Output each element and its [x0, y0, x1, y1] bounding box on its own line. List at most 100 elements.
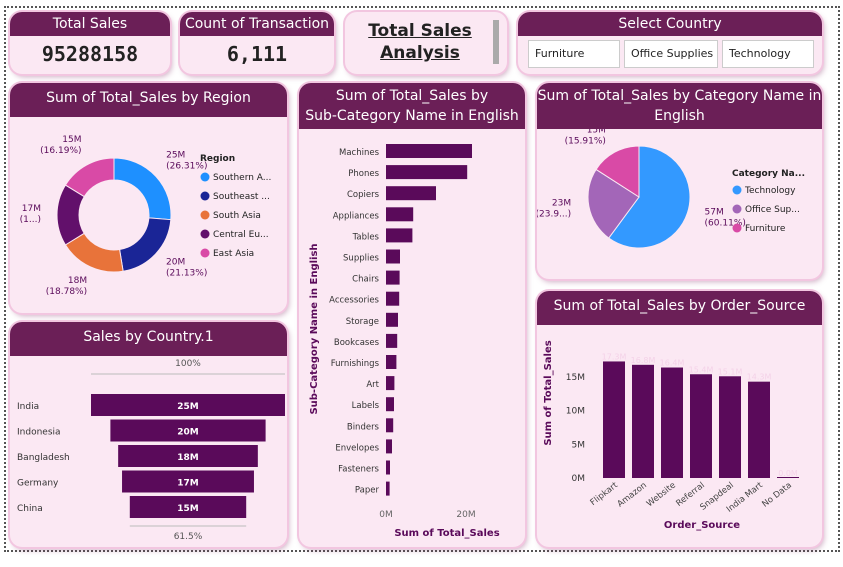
funnel-bottom-label: 61.5% — [174, 532, 203, 542]
funnel-value-label: 18M — [177, 453, 199, 463]
category-title-line1: Sum of Total_Sales by Category Name in — [537, 88, 822, 104]
title-scrollbar[interactable] — [493, 20, 499, 64]
category-pie-card: Sum of Total_Sales by Category Name in E… — [537, 83, 822, 279]
subcat-bar-tables — [386, 228, 413, 243]
subcat-bar-chart: Sub-Category Name in English Machines Phon… — [309, 144, 500, 539]
dashboard-title: Total Sales Analysis — [345, 20, 495, 64]
country-slicer-title: Select Country — [518, 12, 822, 36]
kpi-count-card[interactable]: Count of Transaction 6,111 — [180, 12, 334, 74]
order-bar-website — [661, 367, 683, 478]
region-donut-card: Sum of Total_Sales by Region 25M (26.31%)… — [10, 83, 287, 313]
category-legend-label: Technology — [744, 186, 796, 196]
subcat-bar-binders — [386, 418, 394, 433]
order-source-chart: Sum of Total_Sales 0M 5M 10M 15M 17.3M Flipkar… — [543, 340, 799, 531]
subcat-xlabel: Sum of Total_Sales — [394, 528, 499, 539]
subcat-bar-chairs — [386, 270, 400, 285]
region-label-pct: (21.13%) — [166, 269, 207, 279]
subcat-category-label: Furnishings — [331, 359, 380, 369]
subcat-bar-art — [386, 376, 395, 391]
subcat-xtick: 0M — [379, 510, 393, 520]
subcat-bar-accessories — [386, 291, 400, 306]
subcat-bar-paper — [386, 481, 390, 496]
subcat-category-label: Phones — [348, 169, 379, 179]
region-legend-label: Central Eu... — [213, 230, 269, 240]
order-category-label: Amazon — [616, 480, 649, 509]
region-label-value: 20M — [166, 258, 185, 268]
order-bar-india-mart — [748, 381, 770, 478]
funnel-country-label: Bangladesh — [17, 453, 70, 463]
subcat-bar-bookcases — [386, 333, 398, 348]
region-legend-label: Southern A... — [213, 173, 271, 183]
subcat-category-label: Labels — [352, 401, 380, 411]
region-legend-swatch — [200, 248, 210, 258]
category-legend-label: Furniture — [745, 224, 786, 234]
order-value-label: 0.0M — [778, 469, 798, 478]
order-ytick: 10M — [566, 407, 585, 417]
subcat-category-label: Appliances — [333, 211, 380, 221]
order-category-label: Website — [645, 480, 678, 509]
kpi-total-sales-card[interactable]: Total Sales 95288158 — [10, 12, 170, 74]
order-value-label: 16.4M — [660, 359, 685, 368]
subcat-bar-labels — [386, 397, 394, 412]
order-source-title: Sum of Total_Sales by Order_Source — [537, 291, 822, 325]
subcat-xtick: 20M — [456, 510, 475, 520]
region-legend-swatch — [200, 210, 210, 220]
region-legend-title: Region — [200, 154, 235, 164]
subcat-category-label: Copiers — [347, 190, 380, 200]
order-ytick: 5M — [572, 440, 586, 450]
region-label-value: 17M — [22, 204, 41, 214]
order-category-label: No Data — [760, 480, 793, 509]
order-ytick: 0M — [572, 474, 586, 484]
kpi-total-sales-value: 95288158 — [41, 42, 139, 66]
subcat-category-label: Storage — [346, 317, 379, 327]
order-value-label: 17.3M — [602, 352, 627, 361]
order-source-card: Sum of Total_Sales by Order_Source Sum o… — [537, 291, 822, 547]
category-legend-title: Category Na... — [732, 169, 805, 179]
category-legend-label: Office Sup... — [745, 205, 800, 215]
country-funnel-title: Sales by Country.1 — [10, 322, 287, 356]
funnel-value-label: 25M — [177, 402, 199, 412]
category-label-value: 57M — [705, 208, 724, 218]
slicer-option-office-supplies[interactable]: Office Supplies — [624, 40, 718, 68]
region-donut-title: Sum of Total_Sales by Region — [10, 83, 287, 117]
dashboard-title-line1: Total Sales — [368, 21, 472, 41]
funnel-value-label: 20M — [177, 428, 199, 438]
subcat-title-line2: Sub-Category Name in English — [305, 108, 519, 124]
category-title-line2: English — [654, 108, 705, 124]
funnel-value-label: 15M — [177, 504, 199, 514]
order-value-label: 14.3M — [747, 373, 772, 382]
subcat-category-label: Paper — [355, 486, 380, 496]
category-label-value: 23M — [552, 199, 571, 209]
region-label-pct: (1...) — [20, 215, 41, 225]
category-pie-chart: 57M(60.11%)23M(23.9...)15M(15.91%)Catego… — [537, 129, 805, 249]
kpi-count-title: Count of Transaction — [180, 12, 334, 36]
region-donut-chart: 25M(26.31%)20M(21.13%)18M(18.78%)17M(1..… — [20, 135, 272, 297]
subcat-category-label: Fasteners — [338, 465, 379, 475]
country-slicer-card: Select Country Furniture Office Supplies… — [518, 12, 822, 74]
subcat-bar-envelopes — [386, 439, 392, 454]
subcat-bar-phones — [386, 165, 468, 180]
slicer-option-technology[interactable]: Technology — [722, 40, 814, 68]
region-legend-swatch — [200, 191, 210, 201]
funnel-country-label: Indonesia — [17, 428, 61, 438]
category-pie-title: Sum of Total_Sales by Category Name in E… — [537, 83, 822, 129]
region-slice-southern-a — [113, 157, 172, 221]
subcat-bar-storage — [386, 312, 398, 327]
region-legend-label: Southeast ... — [213, 192, 270, 202]
funnel-top-label: 100% — [175, 359, 201, 369]
region-label-pct: (16.19%) — [40, 146, 81, 156]
category-legend-swatch — [732, 223, 742, 233]
subcat-category-label: Tables — [352, 232, 380, 242]
country-funnel-card: Sales by Country.1 100% India 25M Indonesia… — [10, 322, 287, 547]
category-label-pct: (23.9...) — [537, 210, 571, 220]
region-label-value: 15M — [62, 135, 81, 145]
region-legend-label: East Asia — [213, 249, 254, 259]
funnel-country-label: China — [17, 504, 43, 514]
subcat-bar-machines — [386, 144, 472, 158]
kpi-count-value: 6,111 — [226, 42, 288, 66]
subcat-bar-fasteners — [386, 460, 390, 475]
subcat-bar-supplies — [386, 249, 400, 264]
region-slice-southeast — [119, 217, 172, 272]
slicer-option-furniture[interactable]: Furniture — [528, 40, 620, 68]
funnel-value-label: 17M — [177, 479, 199, 489]
